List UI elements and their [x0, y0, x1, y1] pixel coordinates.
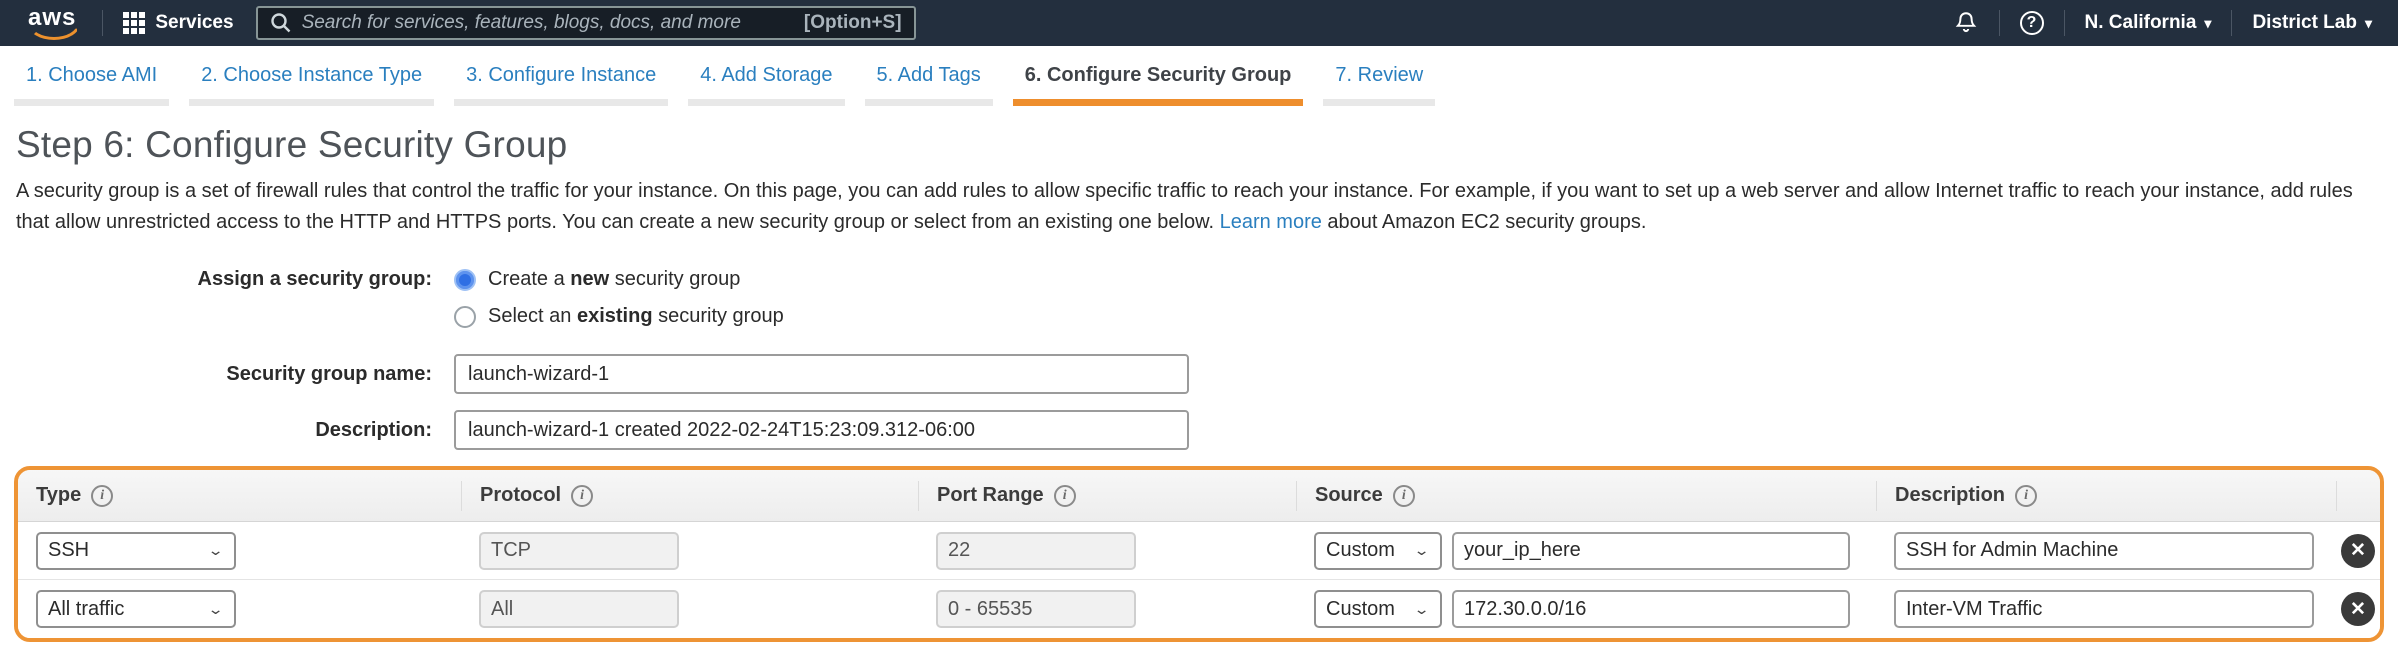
rule-description-input[interactable]: [1894, 590, 2314, 628]
nav-divider: [102, 10, 103, 36]
global-search-input[interactable]: Search for services, features, blogs, do…: [256, 6, 916, 40]
tab-choose-instance-type[interactable]: 2. Choose Instance Type: [189, 64, 434, 106]
delete-rule-button[interactable]: ✕: [2341, 592, 2375, 626]
chevron-down-icon: ⌄: [207, 600, 224, 618]
tab-configure-security-group[interactable]: 6. Configure Security Group: [1013, 64, 1304, 106]
header-port-range: Port Range i: [918, 481, 1296, 511]
rule-source-input[interactable]: [1452, 590, 1850, 628]
main-content: Step 6: Configure Security Group A secur…: [0, 106, 2398, 652]
rule-source-input[interactable]: [1452, 532, 1850, 570]
rule-protocol-input: [479, 590, 679, 628]
page-description: A security group is a set of firewall ru…: [16, 176, 2384, 238]
rule-type-select[interactable]: SSH⌄: [36, 532, 236, 570]
chevron-down-icon: ▾: [2204, 15, 2211, 32]
rule-source-mode-select[interactable]: Custom⌄: [1314, 532, 1442, 570]
search-placeholder: Search for services, features, blogs, do…: [302, 12, 804, 34]
tab-add-tags[interactable]: 5. Add Tags: [865, 64, 993, 106]
rule-type-select[interactable]: All traffic⌄: [36, 590, 236, 628]
account-label: District Lab: [2252, 12, 2357, 34]
help-icon[interactable]: ?: [2020, 11, 2044, 35]
radio-select-existing-security-group[interactable]: Select an existing security group: [454, 305, 784, 328]
info-icon[interactable]: i: [1054, 485, 1076, 507]
region-selector[interactable]: N. California ▾: [2085, 12, 2212, 34]
assign-security-group-label: Assign a security group:: [14, 268, 454, 291]
security-group-form: Assign a security group: Create a new se…: [14, 268, 2384, 450]
security-group-description-input[interactable]: [454, 410, 1189, 450]
info-icon[interactable]: i: [571, 485, 593, 507]
notifications-bell-icon[interactable]: [1953, 10, 1979, 36]
radio-selected-icon[interactable]: [454, 269, 476, 291]
search-icon: [270, 12, 292, 34]
chevron-down-icon: ▾: [2365, 15, 2372, 32]
rule-port-range-input: [936, 590, 1136, 628]
radio-create-new-security-group[interactable]: Create a new security group: [454, 268, 784, 291]
radio-unselected-icon[interactable]: [454, 306, 476, 328]
info-icon[interactable]: i: [2015, 485, 2037, 507]
security-group-description-label: Description:: [14, 419, 454, 442]
header-type: Type i: [18, 481, 461, 511]
security-rules-table-highlight: Type i Protocol i Port Range i Source i …: [14, 466, 2384, 642]
info-icon[interactable]: i: [1393, 485, 1415, 507]
tab-configure-instance[interactable]: 3. Configure Instance: [454, 64, 668, 106]
services-label: Services: [155, 12, 233, 34]
description-text-2: about Amazon EC2 security groups.: [1322, 211, 1647, 233]
rule-description-input[interactable]: [1894, 532, 2314, 570]
security-group-name-input[interactable]: [454, 354, 1189, 394]
page-title: Step 6: Configure Security Group: [16, 124, 2384, 166]
delete-rule-button[interactable]: ✕: [2341, 534, 2375, 568]
region-label: N. California: [2085, 12, 2197, 34]
top-navigation-bar: aws Services Search for services, featur…: [0, 0, 2398, 46]
nav-divider: [2231, 10, 2232, 36]
table-row: All traffic⌄ Custom⌄ ✕: [18, 580, 2380, 638]
tab-add-storage[interactable]: 4. Add Storage: [688, 64, 844, 106]
account-menu[interactable]: District Lab ▾: [2252, 12, 2372, 34]
services-menu-button[interactable]: Services: [123, 12, 233, 34]
tab-choose-ami[interactable]: 1. Choose AMI: [14, 64, 169, 106]
radio-existing-label: Select an existing security group: [488, 305, 784, 328]
radio-create-label: Create a new security group: [488, 268, 740, 291]
description-text-1: A security group is a set of firewall ru…: [16, 180, 2353, 233]
chevron-down-icon: ⌄: [1413, 600, 1430, 618]
wizard-step-tabs: 1. Choose AMI 2. Choose Instance Type 3.…: [0, 46, 2398, 106]
rule-protocol-input: [479, 532, 679, 570]
rules-table-header: Type i Protocol i Port Range i Source i …: [18, 470, 2380, 522]
nav-divider: [1999, 10, 2000, 36]
rule-port-range-input: [936, 532, 1136, 570]
header-description: Description i: [1876, 481, 2336, 511]
rule-source-mode-select[interactable]: Custom⌄: [1314, 590, 1442, 628]
tab-review[interactable]: 7. Review: [1323, 64, 1435, 106]
header-delete-column: [2336, 481, 2380, 511]
chevron-down-icon: ⌄: [1413, 542, 1430, 560]
services-grid-icon: [123, 12, 145, 34]
search-shortcut-hint: [Option+S]: [804, 12, 902, 34]
nav-divider: [2064, 10, 2065, 36]
table-row: SSH⌄ Custom⌄ ✕: [18, 522, 2380, 580]
info-icon[interactable]: i: [91, 485, 113, 507]
security-group-name-label: Security group name:: [14, 363, 454, 386]
chevron-down-icon: ⌄: [207, 542, 224, 560]
header-source: Source i: [1296, 481, 1876, 511]
header-protocol: Protocol i: [461, 481, 918, 511]
aws-logo[interactable]: aws: [26, 4, 82, 42]
learn-more-link[interactable]: Learn more: [1220, 211, 1322, 233]
